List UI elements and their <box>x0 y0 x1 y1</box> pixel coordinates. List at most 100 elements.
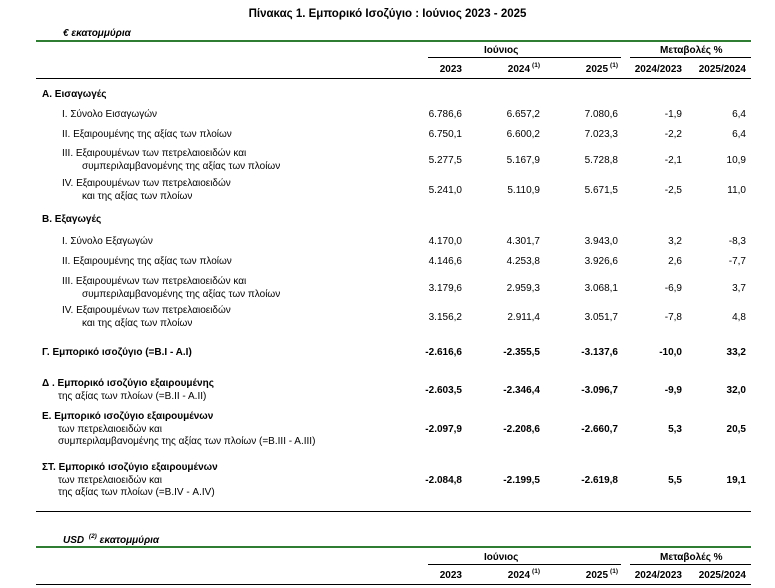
changes-underline <box>630 57 751 58</box>
cell-value: 3.943,0 <box>584 236 618 247</box>
cell-value: -2.199,5 <box>503 474 540 486</box>
cell-value: -2,5 <box>664 185 682 197</box>
cell-value: -9,9 <box>664 385 682 397</box>
cell-value: -3.137,6 <box>581 347 618 358</box>
cell-value: 2,6 <box>668 256 682 267</box>
row-label-line: ΙΙΙ. Εξαιρουμένων των πετρελαιοειδών και <box>62 148 247 159</box>
usd-header-2025-2024: 2025/2024 <box>698 570 746 581</box>
header-2024-2023: 2024/2023 <box>634 64 682 75</box>
cell-value: 19,1 <box>726 474 746 486</box>
row-label-line: συμπεριλαμβανομένης της αξίας των πλοίων <box>82 160 281 172</box>
cell-value: 5.241,0 <box>428 185 462 197</box>
row-label-line: της αξίας των πλοίων (=Β.ΙV - Α.ΙV) <box>58 487 215 498</box>
cell-value: 4.253,8 <box>506 256 540 267</box>
cell-value: 6.657,2 <box>506 109 540 120</box>
cell-value: 4.170,0 <box>428 236 462 247</box>
unit-label-usd: USD (2) εκατομμύρια <box>63 533 160 546</box>
row-label-line: Γ. Εμπορικό ισοζύγιο (=Β.Ι - Α.Ι) <box>42 347 192 358</box>
cell-value: 6.600,2 <box>506 129 540 140</box>
cell-value: -7,8 <box>664 312 682 324</box>
cell-value: 5.167,9 <box>506 155 540 167</box>
cell-value: 7.023,3 <box>584 129 618 140</box>
cell-value: 3.179,6 <box>428 283 462 295</box>
cell-value: -2.616,6 <box>425 347 462 358</box>
row-label-line: ΙV. Εξαιρουμένων των πετρελαιοειδών <box>62 178 231 189</box>
row-label-line: Ι. Σύνολο Εισαγωγών <box>62 109 158 120</box>
row-label-line: Δ . Εμπορικό ισοζύγιο εξαιρουμένης <box>42 378 214 389</box>
usd-header-2025: 2025 (1) <box>585 568 618 581</box>
cell-value: -2.619,8 <box>581 474 618 486</box>
cell-value: 6,4 <box>732 129 746 140</box>
row-label-line: ΙΙ. Εξαιρουμένης της αξίας των πλοίων <box>62 256 232 267</box>
cell-value: -2.660,7 <box>581 423 618 435</box>
row-label-line: και της αξίας των πλοίων <box>82 190 193 202</box>
cell-value: 4.301,7 <box>506 236 540 247</box>
cell-value: 3,2 <box>668 236 682 247</box>
cell-value: 7.080,6 <box>584 109 618 120</box>
cell-value: 3.051,7 <box>584 312 618 324</box>
cell-value: -2,2 <box>664 129 682 140</box>
cell-value: -3.096,7 <box>581 385 618 397</box>
cell-value: 5.110,9 <box>507 185 540 197</box>
cell-value: -2.603,5 <box>425 385 462 397</box>
cell-value: 6.750,1 <box>428 129 462 140</box>
header-2024: 2024 (1) <box>507 62 540 75</box>
cell-value: 2.959,3 <box>506 283 540 295</box>
cell-value: -1,9 <box>664 109 682 120</box>
usd-header-2024: 2024 (1) <box>507 568 540 581</box>
usd-header-month: Ιούνιος <box>484 552 519 563</box>
cell-value: 3.156,2 <box>428 312 462 324</box>
usd-header-2024-2023: 2024/2023 <box>634 570 682 581</box>
cell-value: -2.208,6 <box>503 423 540 435</box>
row-label-line: ΙV. Εξαιρουμένων των πετρελαιοειδών <box>62 305 231 316</box>
cell-value: -8,3 <box>728 236 746 247</box>
cell-value: -2.355,5 <box>503 347 540 358</box>
row-label-line: Ε. Εμπορικό ισοζύγιο εξαιρουμένων <box>42 411 214 422</box>
green-rule-usd <box>36 546 751 548</box>
header-2025-2024: 2025/2024 <box>698 64 746 75</box>
cell-value: 3,7 <box>732 283 746 295</box>
cell-value: 5,5 <box>668 474 682 486</box>
usd-month-underline <box>428 564 621 565</box>
cell-value: 5.671,5 <box>584 185 618 197</box>
row-label-line: των πετρελαιοειδών και <box>58 474 162 486</box>
usd-header-changes: Μεταβολές % <box>660 552 723 563</box>
unit-label-eur: € εκατομμύρια <box>63 28 131 39</box>
cell-value: 5.728,8 <box>584 155 618 167</box>
cell-value: 2.911,4 <box>507 312 540 324</box>
row-label-line: συμπεριλαμβανομένης της αξίας των πλοίων… <box>58 436 316 447</box>
section-imports: Α. Εισαγωγές <box>42 89 107 100</box>
header-2023: 2023 <box>439 64 462 75</box>
cell-value: 20,5 <box>726 423 746 435</box>
row-label-line: Ι. Σύνολο Εξαγωγών <box>62 236 153 247</box>
cell-value: -7,7 <box>728 256 746 267</box>
cell-value: -6,9 <box>664 283 682 295</box>
cell-value: 6.786,6 <box>428 109 462 120</box>
cell-value: -2.084,8 <box>425 474 462 486</box>
cell-value: 3.926,6 <box>584 256 618 267</box>
header-month: Ιούνιος <box>484 45 519 56</box>
table-bottom-rule <box>36 511 751 512</box>
cell-value: 5.277,5 <box>428 155 462 167</box>
green-rule-top <box>36 40 751 42</box>
header-2025: 2025 (1) <box>585 62 618 75</box>
cell-value: 6,4 <box>732 109 746 120</box>
row-label-line: της αξίας των πλοίων (=Β.ΙΙ - Α.ΙΙ) <box>58 390 207 402</box>
cell-value: 3.068,1 <box>584 283 618 295</box>
cell-value: 5,3 <box>668 423 682 435</box>
cell-value: -2.346,4 <box>503 385 540 397</box>
cell-value: -10,0 <box>659 347 682 358</box>
month-underline <box>428 57 621 58</box>
cell-value: 11,0 <box>727 185 746 197</box>
cell-value: 32,0 <box>726 385 746 397</box>
row-label-line: ΙΙΙ. Εξαιρουμένων των πετρελαιοειδών και <box>62 276 247 287</box>
cell-value: 4,8 <box>732 312 746 324</box>
header-changes: Μεταβολές % <box>660 45 723 56</box>
cell-value: 33,2 <box>726 347 746 358</box>
cell-value: 10,9 <box>726 155 746 167</box>
cell-value: -2.097,9 <box>425 423 462 435</box>
table-title: Πίνακας 1. Εμπορικό Ισοζύγιο : Ιούνιος 2… <box>248 8 527 20</box>
usd-header-2023: 2023 <box>439 570 462 581</box>
usd-header-rule <box>36 584 751 585</box>
section-exports: Β. Εξαγωγές <box>42 214 102 225</box>
